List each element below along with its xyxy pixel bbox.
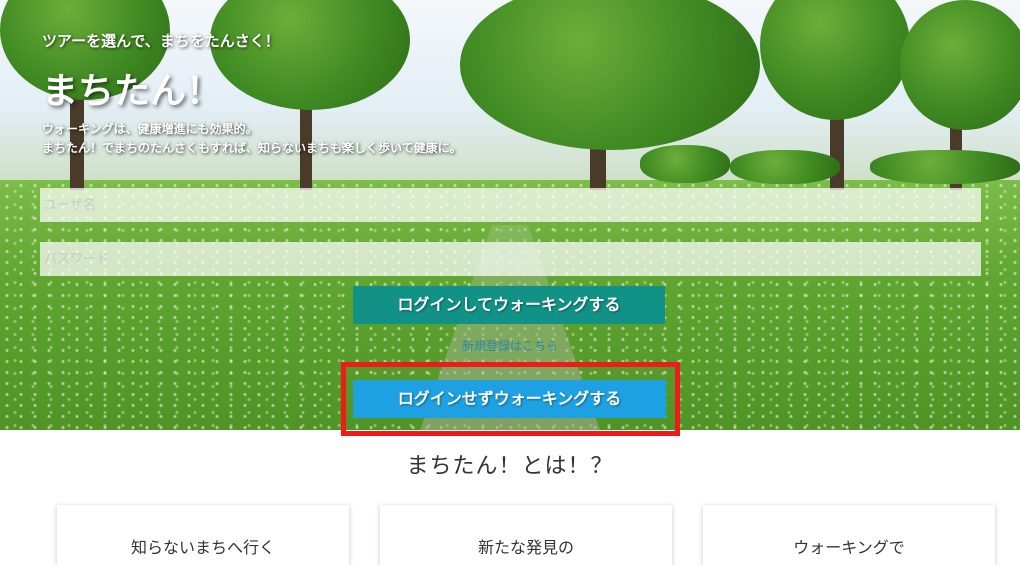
feature-card: 知らないまちへ行く (57, 505, 349, 565)
shrub (730, 150, 840, 184)
hero-description: ウォーキングは、健康増進にも効果的。 まちたん！でまちのたんさくもすれば、知らな… (42, 120, 462, 158)
login-walk-button[interactable]: ログインしてウォーキングする (353, 286, 665, 324)
feature-card: 新たな発見の (380, 505, 672, 565)
signup-link[interactable]: 新規登録はこちら (352, 337, 668, 354)
shrub (640, 145, 730, 183)
hero-title: まちたん！ (42, 71, 223, 112)
feature-card-title: ウォーキングで (793, 538, 905, 557)
feature-card: ウォーキングで (703, 505, 995, 565)
password-input[interactable] (40, 242, 981, 276)
feature-card-title: 新たな発見の (477, 538, 574, 557)
about-heading: まちたん！とは！？ (406, 454, 614, 479)
username-input[interactable] (40, 188, 981, 222)
shrub (870, 150, 1020, 184)
hero-description-line: まちたん！でまちのたんさくもすれば、知らないまちも楽しく歩いて健康に。 (42, 141, 462, 155)
feature-card-title: 知らないまちへ行く (130, 538, 275, 557)
guest-walk-button[interactable]: ログインせずウォーキングする (353, 380, 666, 418)
hero-tagline: ツアーを選んで、まちをたんさく！ (42, 32, 280, 50)
hero-description-line: ウォーキングは、健康増進にも効果的。 (42, 122, 258, 136)
hero-section: ツアーを選んで、まちをたんさく！ まちたん！ ウォーキングは、健康増進にも効果的… (0, 0, 1020, 430)
tree-canopy (900, 0, 1020, 130)
